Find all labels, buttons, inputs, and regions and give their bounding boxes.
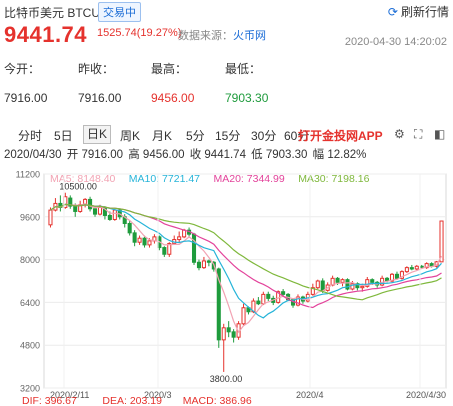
ma-line: [50, 203, 443, 334]
candle-body: [48, 209, 53, 226]
candle-body: [241, 307, 246, 325]
macd-legend-item: DIF: 396.67: [22, 395, 77, 406]
candle-body: [137, 237, 142, 243]
candle-body: [340, 279, 345, 283]
y-tick-label: 8000: [20, 255, 40, 265]
candle-body: [409, 267, 414, 270]
ma-line: [50, 203, 442, 319]
y-tick-label: 11200: [16, 170, 40, 180]
candle-body: [266, 293, 271, 299]
candle-body: [256, 300, 261, 305]
candle-body: [147, 240, 152, 246]
candle-body: [231, 331, 236, 338]
candle-body: [162, 247, 167, 255]
kline-chart[interactable]: 112009600800064004800320010500.003800.00…: [0, 0, 453, 406]
candle-body: [221, 327, 226, 341]
candle-body: [414, 265, 419, 270]
candle-body: [206, 260, 211, 263]
y-tick-label: 9600: [20, 212, 40, 222]
candle-body: [132, 232, 137, 243]
candle-body: [142, 237, 147, 246]
ma-legend-item: MA30: 7198.16: [298, 173, 369, 185]
candle-body: [92, 208, 98, 215]
candle-body: [320, 280, 325, 291]
candle-body: [261, 293, 266, 305]
y-tick-label: 6400: [20, 298, 40, 308]
candle-body: [360, 285, 365, 289]
candle-body: [182, 229, 187, 238]
candle-body: [404, 267, 409, 273]
candle-body: [191, 233, 197, 263]
ma-legend-item: MA20: 7344.99: [214, 173, 285, 185]
candle-body: [127, 222, 132, 234]
candle-body: [73, 205, 78, 212]
candle-body: [226, 327, 231, 333]
candle-body: [88, 198, 93, 210]
candle-body: [177, 236, 182, 241]
macd-legend-item: MACD: 386.96: [183, 395, 252, 406]
candle-body: [439, 220, 444, 263]
candle-body: [315, 280, 320, 289]
candle-body: [370, 279, 375, 283]
candle-body: [112, 209, 117, 220]
ma-legend-item: MA10: 7721.47: [129, 173, 200, 185]
candle-body: [97, 206, 103, 215]
candle-body: [394, 273, 400, 279]
y-tick-label: 4800: [20, 341, 40, 351]
y-tick-label: 3200: [20, 384, 40, 394]
candle-body: [201, 260, 206, 269]
ma-legend-item: MA5: 8148.40: [50, 173, 116, 185]
x-tick-label: 2020/4/30: [406, 390, 446, 400]
low-price-label: 3800.00: [210, 374, 243, 384]
candle-body: [107, 214, 112, 220]
candle-body: [281, 291, 286, 295]
macd-legend-item: DEA: 203.19: [102, 395, 162, 406]
x-tick-label: 2020/4: [296, 390, 324, 400]
candle-body: [335, 277, 340, 283]
candle-body: [196, 261, 202, 269]
